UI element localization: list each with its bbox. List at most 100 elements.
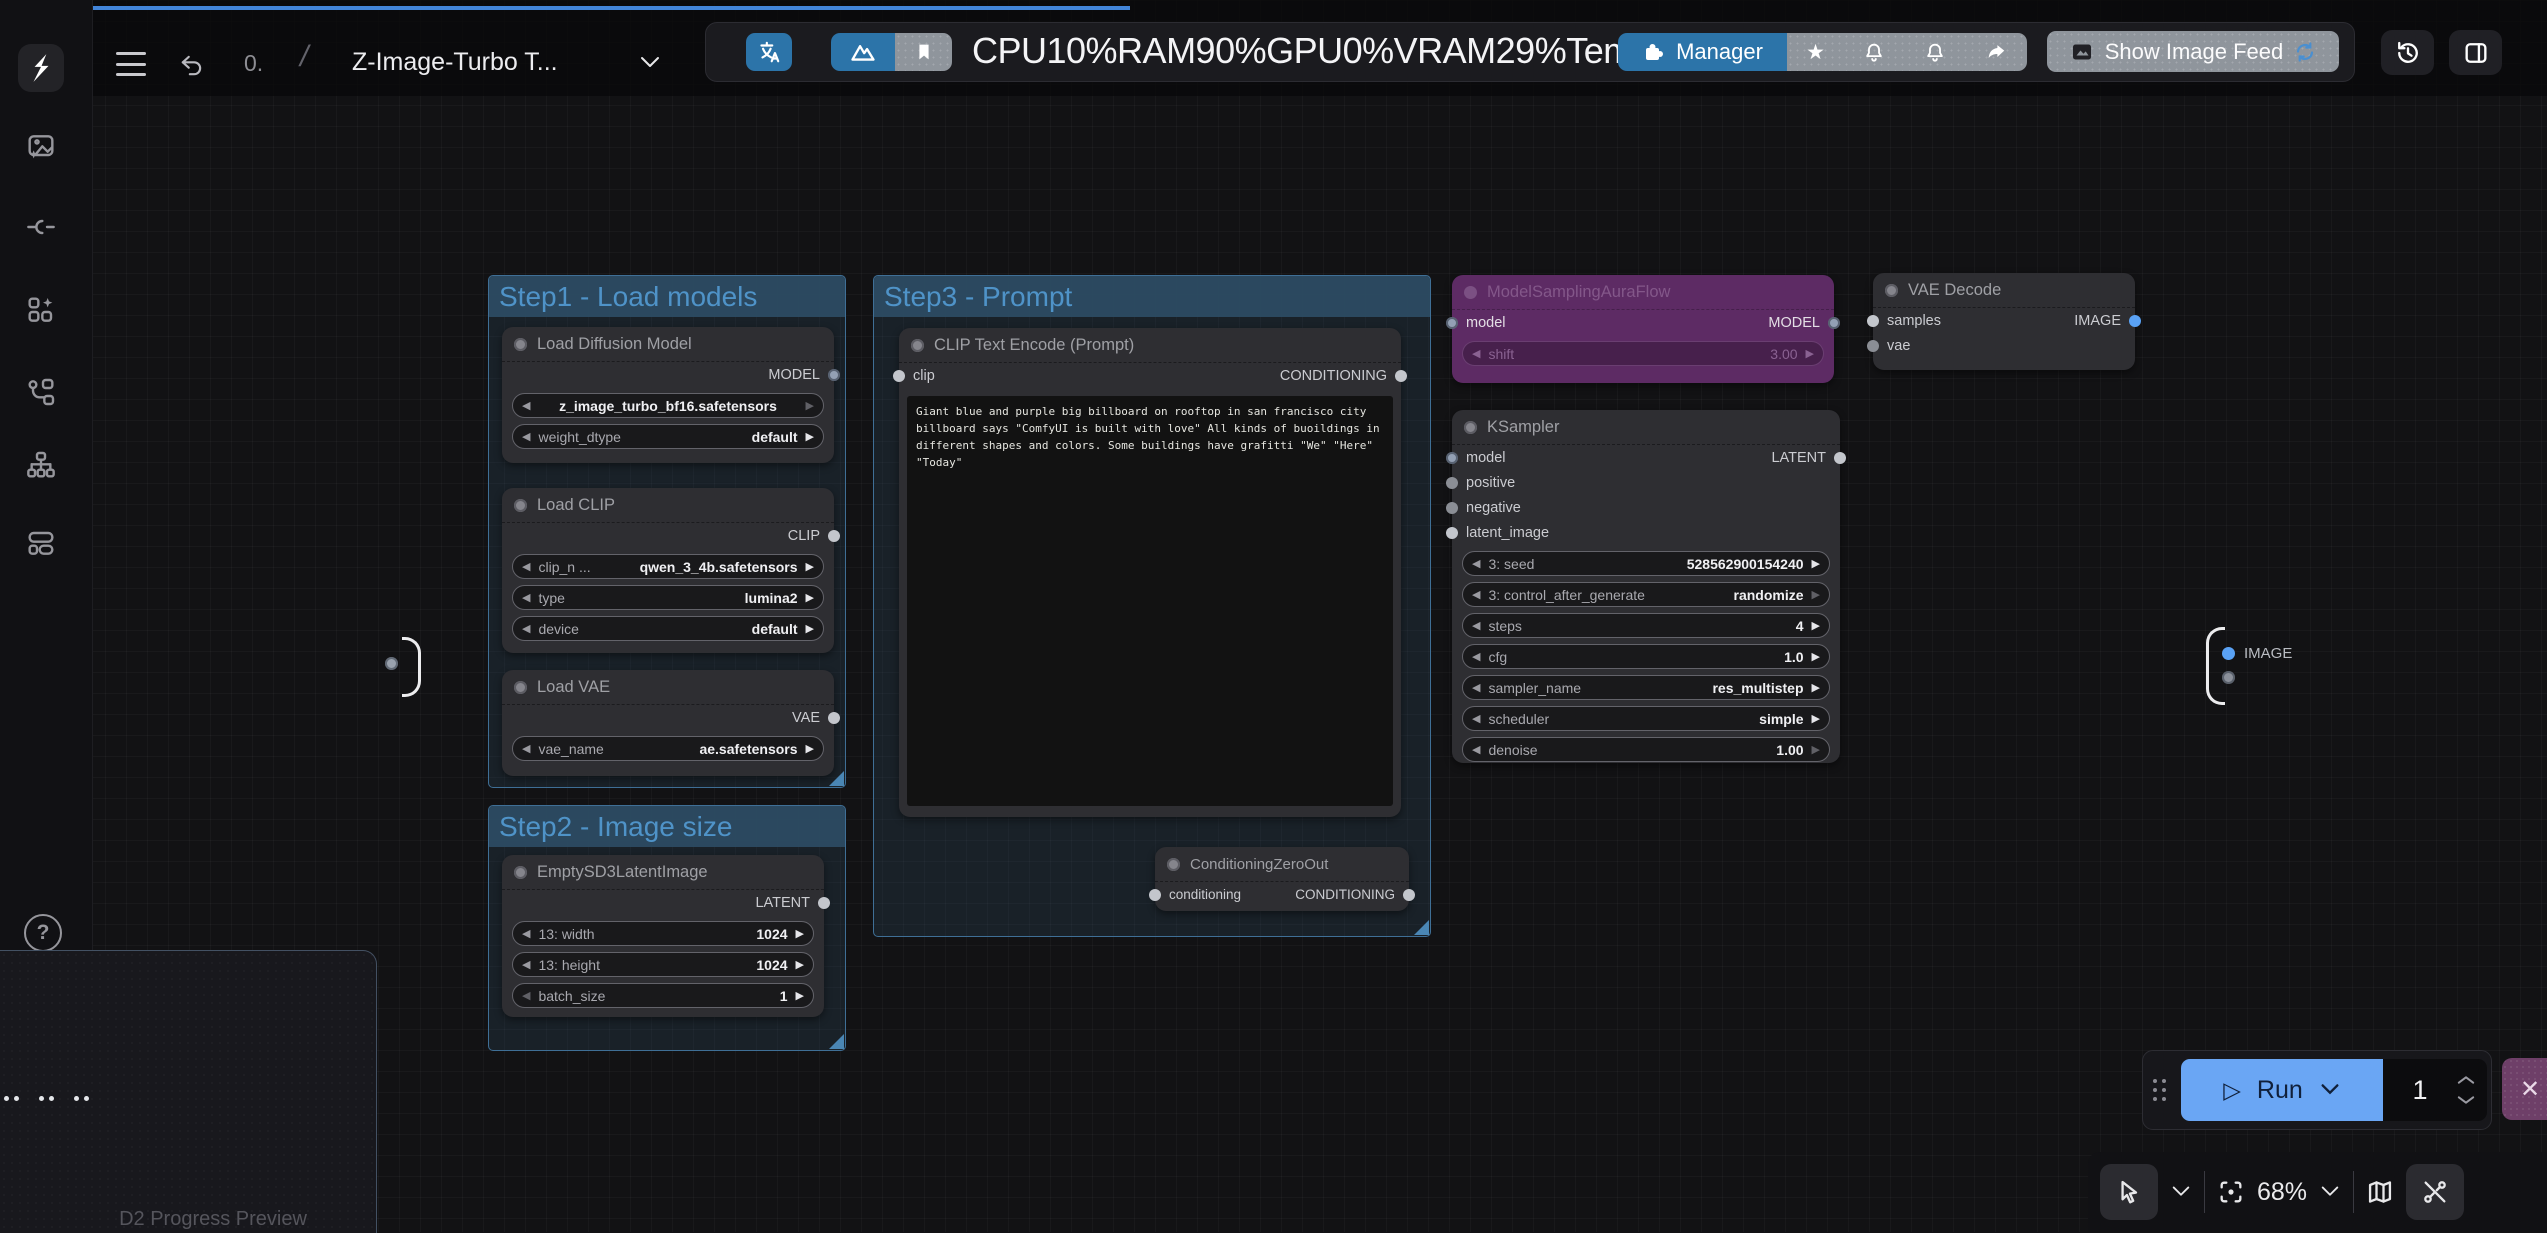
slot-dot[interactable] xyxy=(818,897,830,909)
show-image-feed-button[interactable]: Show Image Feed xyxy=(2047,31,2339,72)
output-slot-model[interactable]: MODEL xyxy=(768,367,827,383)
output-slot-latent[interactable]: LATENT xyxy=(1771,450,1833,466)
input-slot-negative[interactable]: negative xyxy=(1459,500,1521,516)
slot-dot[interactable] xyxy=(1446,452,1458,464)
prompt-textarea[interactable]: Giant blue and purple big billboard on r… xyxy=(907,396,1393,806)
output-slot-image[interactable]: IMAGE xyxy=(2074,313,2128,329)
widget-shift[interactable]: ◀ shift 3.00 ▶ xyxy=(1462,341,1824,366)
input-slot-model[interactable]: model xyxy=(1459,315,1506,331)
collapse-dot[interactable] xyxy=(1464,421,1477,434)
decrement-arrow[interactable]: ◀ xyxy=(1472,347,1480,360)
widget-sampler-name[interactable]: ◀ sampler_name res_multistep ▶ xyxy=(1462,675,1830,700)
slot-dot[interactable] xyxy=(828,530,840,542)
group-step3-header[interactable]: Step3 - Prompt xyxy=(874,276,1430,317)
node-empty-sd3-latent-image[interactable]: EmptySD3LatentImage LATENT ◀ 13: width 1… xyxy=(502,855,824,1017)
collapse-dot[interactable] xyxy=(1885,284,1898,297)
decrement-arrow[interactable]: ◀ xyxy=(522,742,530,755)
increment-arrow[interactable]: ▶ xyxy=(796,958,804,971)
increment-arrow[interactable]: ▶ xyxy=(1812,557,1820,570)
node-load-vae[interactable]: Load VAE VAE ◀ vae_name ae.safetensors ▶ xyxy=(502,670,834,776)
node-load-diffusion-model[interactable]: Load Diffusion Model MODEL ◀ z_image_tur… xyxy=(502,327,834,463)
decrement-arrow[interactable]: ◀ xyxy=(1472,588,1480,601)
decrement-arrow[interactable]: ◀ xyxy=(1472,712,1480,725)
decrement-arrow[interactable]: ◀ xyxy=(522,622,530,635)
decrement-arrow[interactable]: ◀ xyxy=(1472,557,1480,570)
increment-count-icon[interactable] xyxy=(2457,1075,2475,1085)
collapsed-save-node-dot[interactable] xyxy=(2222,671,2235,684)
widget-clip-name[interactable]: ◀ clip_n ... qwen_3_4b.safetensors ▶ xyxy=(512,554,824,579)
group-resize-handle[interactable] xyxy=(829,1034,844,1049)
collapse-dot[interactable] xyxy=(514,866,527,879)
collapse-dot[interactable] xyxy=(1464,286,1477,299)
sidebar-item-templates[interactable] xyxy=(24,526,58,560)
decrement-arrow[interactable]: ◀ xyxy=(522,591,530,604)
drag-handle[interactable] xyxy=(2153,1079,2169,1101)
group-step2-header[interactable]: Step2 - Image size xyxy=(489,806,845,847)
increment-arrow[interactable]: ▶ xyxy=(1812,650,1820,663)
collapsed-node-output-dot[interactable] xyxy=(385,657,398,670)
input-slot-latent-image[interactable]: latent_image xyxy=(1459,525,1549,541)
widget-steps[interactable]: ◀ steps 4 ▶ xyxy=(1462,613,1830,638)
increment-arrow[interactable]: ▶ xyxy=(1812,681,1820,694)
sidebar-item-hierarchy[interactable] xyxy=(24,448,58,482)
history-button[interactable] xyxy=(2381,30,2434,75)
node-load-clip[interactable]: Load CLIP CLIP ◀ clip_n ... qwen_3_4b.sa… xyxy=(502,488,834,653)
increment-arrow[interactable]: ▶ xyxy=(806,622,814,635)
translate-button[interactable] xyxy=(746,33,792,71)
decrement-arrow[interactable]: ◀ xyxy=(1472,681,1480,694)
output-slot-model[interactable]: MODEL xyxy=(1768,315,1827,331)
decrement-arrow[interactable]: ◀ xyxy=(522,989,530,1002)
widget-width[interactable]: ◀ 13: width 1024 ▶ xyxy=(512,921,814,946)
slot-dot[interactable] xyxy=(1446,477,1458,489)
widget-device[interactable]: ◀ device default ▶ xyxy=(512,616,824,641)
widget-unet-name[interactable]: ◀ z_image_turbo_bf16.safetensors ▶ xyxy=(512,393,824,418)
slot-dot[interactable] xyxy=(1403,889,1415,901)
sidebar-toggle-button[interactable] xyxy=(2449,30,2502,75)
decrement-arrow[interactable]: ◀ xyxy=(1472,619,1480,632)
decrement-arrow[interactable]: ◀ xyxy=(1472,743,1480,756)
toggle-links-button[interactable] xyxy=(2406,1164,2464,1220)
slot-dot[interactable] xyxy=(1149,889,1161,901)
chevron-down-icon[interactable] xyxy=(638,54,662,77)
widget-cfg[interactable]: ◀ cfg 1.0 ▶ xyxy=(1462,644,1830,669)
share-icon[interactable] xyxy=(1984,41,2008,63)
slot-dot[interactable] xyxy=(1446,317,1458,329)
fit-view-button[interactable] xyxy=(2217,1178,2245,1206)
minimap-button[interactable] xyxy=(2366,1178,2394,1206)
collapsed-save-node-bracket[interactable] xyxy=(2206,627,2225,705)
collapse-dot[interactable] xyxy=(514,681,527,694)
slot-dot[interactable] xyxy=(1446,527,1458,539)
decrement-arrow[interactable]: ◀ xyxy=(522,430,530,443)
tool-chevron-icon[interactable] xyxy=(2170,1184,2192,1200)
slot-dot[interactable] xyxy=(828,712,840,724)
zoom-chevron-icon[interactable] xyxy=(2319,1184,2341,1200)
run-button[interactable]: ▷ Run xyxy=(2181,1059,2383,1121)
input-slot-vae[interactable]: vae xyxy=(1880,338,1910,354)
widget-vae-name[interactable]: ◀ vae_name ae.safetensors ▶ xyxy=(512,736,824,761)
group-resize-handle[interactable] xyxy=(829,771,844,786)
collapse-dot[interactable] xyxy=(911,339,924,352)
star-icon[interactable]: ★ xyxy=(1806,40,1825,65)
run-options-chevron-icon[interactable] xyxy=(2319,1082,2341,1098)
slot-dot[interactable] xyxy=(828,369,840,381)
canvas-theme-button[interactable] xyxy=(831,33,895,71)
slot-dot[interactable] xyxy=(1834,452,1846,464)
output-slot-clip[interactable]: CLIP xyxy=(788,528,827,544)
output-slot-vae[interactable]: VAE xyxy=(792,710,827,726)
decrement-arrow[interactable]: ◀ xyxy=(522,927,530,940)
widget-control-after-generate[interactable]: ◀ 3: control_after_generate randomize ▶ xyxy=(1462,582,1830,607)
group-resize-handle[interactable] xyxy=(1414,920,1429,935)
increment-arrow[interactable]: ▶ xyxy=(806,742,814,755)
increment-arrow[interactable]: ▶ xyxy=(806,560,814,573)
node-model-sampling-auraflow[interactable]: ModelSamplingAuraFlow model MODEL ◀ shif… xyxy=(1452,275,1834,383)
progress-preview-panel[interactable] xyxy=(0,950,377,1233)
pointer-tool-button[interactable] xyxy=(2100,1164,2158,1220)
decrement-arrow[interactable]: ◀ xyxy=(522,560,530,573)
bookmark-button[interactable] xyxy=(895,33,952,71)
slot-dot[interactable] xyxy=(1446,502,1458,514)
zoom-level[interactable]: 68% xyxy=(2257,1178,2307,1207)
decrement-count-icon[interactable] xyxy=(2457,1095,2475,1105)
increment-arrow[interactable]: ▶ xyxy=(1812,712,1820,725)
notification-bell-icon[interactable] xyxy=(1863,41,1885,63)
output-slot-latent[interactable]: LATENT xyxy=(755,895,817,911)
